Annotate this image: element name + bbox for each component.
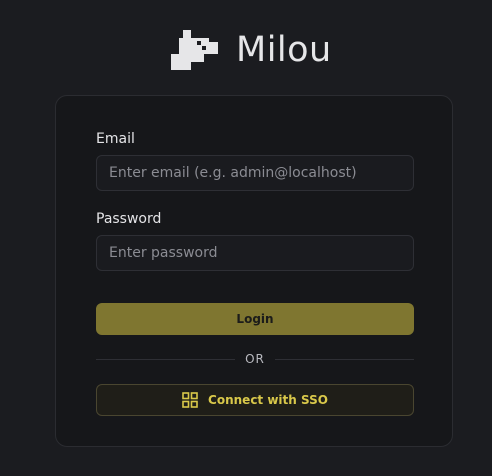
password-label: Password bbox=[96, 211, 162, 227]
divider-line-left bbox=[96, 358, 236, 360]
sso-button-label: Connect with SSO bbox=[208, 393, 328, 407]
login-card: Email Password Login OR Connect with SSO bbox=[55, 95, 453, 447]
divider-line-right bbox=[274, 358, 415, 360]
login-button[interactable]: Login bbox=[96, 303, 414, 335]
divider-text: OR bbox=[245, 352, 265, 366]
or-divider: OR bbox=[96, 350, 415, 368]
grid-icon bbox=[182, 392, 198, 408]
login-page: Milou Email Password Login OR Connect wi… bbox=[0, 0, 492, 476]
password-field[interactable] bbox=[96, 235, 414, 271]
brand-name: Milou bbox=[236, 30, 332, 70]
email-label: Email bbox=[96, 131, 135, 147]
brand-header: Milou bbox=[170, 28, 332, 72]
sso-button[interactable]: Connect with SSO bbox=[96, 384, 414, 416]
milou-dog-logo-icon bbox=[171, 30, 218, 70]
email-field[interactable] bbox=[96, 155, 414, 191]
